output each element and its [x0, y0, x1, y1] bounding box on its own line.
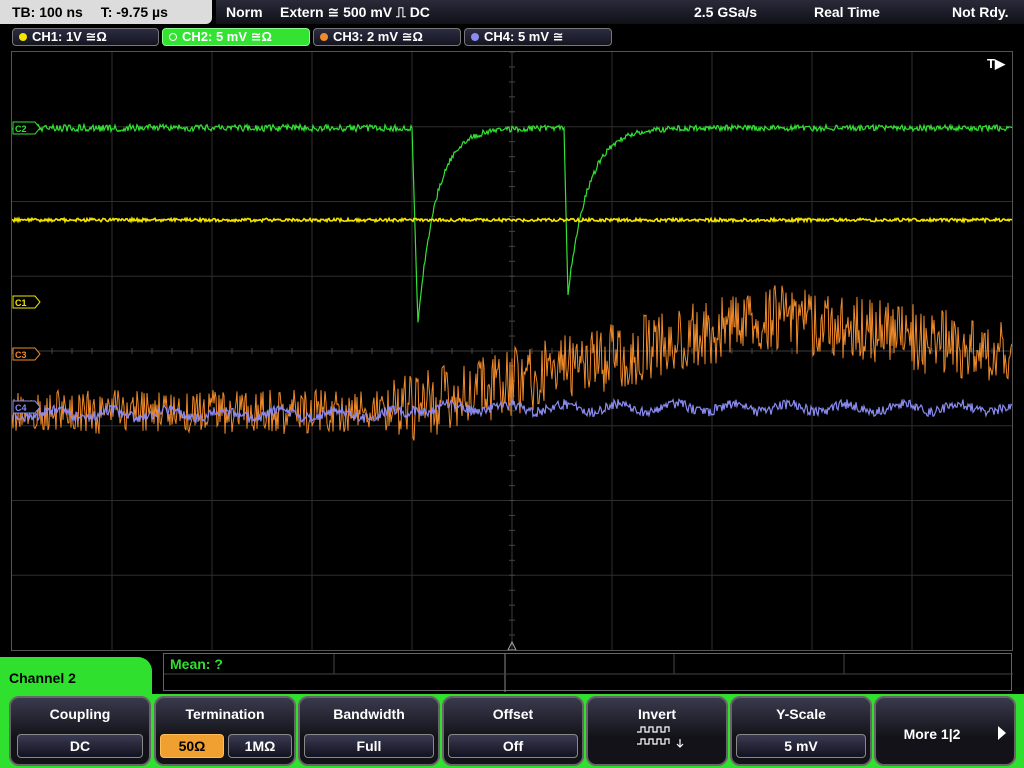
tab-ch1[interactable]: CH1: 1V ≅Ω [12, 28, 159, 46]
tab-ch3-label: CH3: 2 mV ≅Ω [333, 29, 423, 44]
tab-ch1-label: CH1: 1V ≅Ω [32, 29, 107, 44]
ch1-color-dot [19, 32, 27, 41]
coupling-softkey[interactable]: Coupling DC [9, 696, 151, 766]
ch3-marker[interactable]: C3 [12, 347, 41, 361]
tab-ch2-label: CH2: 5 mV ≅Ω [182, 29, 272, 44]
coupling-title: Coupling [49, 706, 111, 722]
termination-1mohm-option[interactable]: 1MΩ [228, 734, 292, 758]
ch1-marker[interactable]: C1 [12, 295, 41, 309]
trigger-mode: Norm [226, 4, 263, 20]
tab-ch3[interactable]: CH3: 2 mV ≅Ω [313, 28, 461, 46]
invert-title: Invert [637, 706, 677, 722]
next-page-icon [998, 726, 1006, 740]
tab-ch4-label: CH4: 5 mV ≅ [484, 29, 564, 44]
measurement-bar: Mean: ? [163, 653, 1013, 692]
bandwidth-title: Bandwidth [333, 706, 405, 722]
status-bar: TB: 100 ns T: -9.75 µs Norm Extern ≅ 500… [0, 0, 1024, 24]
waveform-svg: C1 C3 C4 C2 T▶ [12, 52, 1012, 650]
offset-softkey[interactable]: Offset Off [442, 696, 584, 766]
timebase-value: TB: 100 ns [12, 4, 83, 20]
softkey-bar: Coupling DC Termination 50Ω 1MΩ Bandwidt… [0, 694, 1024, 768]
acquisition-state: Not Rdy. [952, 4, 1009, 20]
ch4-marker-label: C4 [15, 403, 27, 413]
graticule [12, 52, 1012, 650]
ch2-color-dot [169, 32, 177, 41]
measurement-dividers [164, 654, 1013, 692]
waveform-display[interactable]: C1 C3 C4 C2 T▶ [11, 51, 1013, 651]
offset-value[interactable]: Off [448, 734, 578, 758]
trigger-status-bar[interactable]: Norm Extern ≅ 500 mV ⎍ DC 2.5 GSa/s Real… [216, 0, 1024, 24]
channel-tabs: CH1: 1V ≅Ω CH2: 5 mV ≅Ω CH3: 2 mV ≅Ω CH4… [0, 26, 1024, 48]
invert-softkey[interactable]: Invert [586, 696, 728, 766]
termination-50ohm-option[interactable]: 50Ω [160, 734, 224, 758]
acquisition-mode: Real Time [814, 4, 880, 20]
offset-title: Offset [492, 706, 534, 722]
channel-menu-title: Channel 2 [9, 670, 76, 686]
ch2-marker[interactable]: C2 [12, 121, 41, 135]
tab-ch4[interactable]: CH4: 5 mV ≅ [464, 28, 612, 46]
bandwidth-softkey[interactable]: Bandwidth Full [298, 696, 440, 766]
coupling-value[interactable]: DC [17, 734, 143, 758]
trigger-position-marker[interactable]: T▶ [987, 56, 1006, 71]
termination-softkey[interactable]: Termination 50Ω 1MΩ [154, 696, 296, 766]
trigger-source: Extern ≅ 500 mV ⎍ DC [280, 4, 430, 20]
sample-rate: 2.5 GSa/s [694, 4, 758, 20]
ch4-marker[interactable]: C4 [12, 400, 41, 414]
bandwidth-value[interactable]: Full [304, 734, 434, 758]
termination-title: Termination [185, 706, 265, 722]
ch3-color-dot [320, 32, 328, 41]
ch4-color-dot [471, 32, 479, 41]
ch1-marker-label: C1 [15, 298, 27, 308]
tab-ch2[interactable]: CH2: 5 mV ≅Ω [162, 28, 310, 46]
invert-waveform-icon [637, 726, 684, 748]
trigger-time-value: T: -9.75 µs [100, 4, 168, 20]
ch2-marker-label: C2 [15, 124, 27, 134]
timebase-readout[interactable]: TB: 100 ns T: -9.75 µs [0, 0, 212, 24]
yscale-value[interactable]: 5 mV [736, 734, 866, 758]
yscale-title: Y-Scale [776, 706, 826, 722]
ch3-marker-label: C3 [15, 350, 27, 360]
more-label: More 1|2 [903, 726, 961, 742]
yscale-softkey[interactable]: Y-Scale 5 mV [730, 696, 872, 766]
more-softkey[interactable]: More 1|2 [874, 696, 1016, 766]
